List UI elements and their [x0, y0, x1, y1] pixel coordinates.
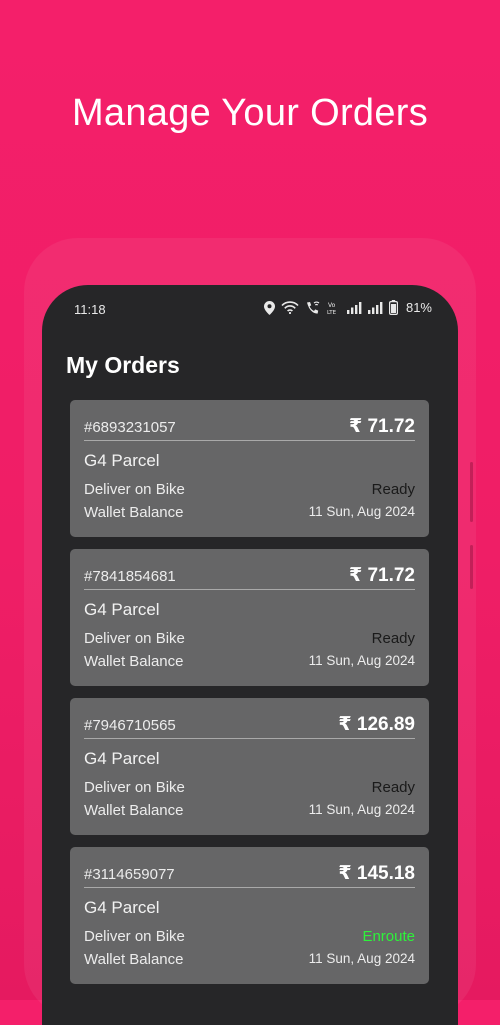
- delivery-mode: Deliver on Bike: [84, 630, 185, 647]
- order-card[interactable]: #7946710565 ₹ 126.89 G4 Parcel Deliver o…: [70, 698, 429, 835]
- order-status: Ready: [371, 630, 415, 647]
- order-amount: ₹ 145.18: [338, 863, 415, 884]
- order-date: 11 Sun, Aug 2024: [308, 653, 415, 668]
- order-amount: ₹ 126.89: [338, 714, 415, 735]
- location-icon: [263, 300, 275, 315]
- order-id: #7946710565: [84, 717, 176, 734]
- payment-method: Wallet Balance: [84, 504, 184, 521]
- order-id: #3114659077: [84, 866, 175, 883]
- order-amount: ₹ 71.72: [348, 565, 415, 586]
- headline: Manage Your Orders: [71, 92, 429, 134]
- divider: [84, 738, 415, 739]
- order-card[interactable]: #3114659077 ₹ 145.18 G4 Parcel Deliver o…: [70, 847, 429, 984]
- parcel-type: G4 Parcel: [84, 600, 160, 619]
- divider: [84, 440, 415, 441]
- order-card[interactable]: #7841854681 ₹ 71.72 G4 Parcel Deliver on…: [70, 549, 429, 686]
- battery-icon: [388, 300, 398, 315]
- order-id: #7841854681: [84, 568, 176, 585]
- delivery-mode: Deliver on Bike: [84, 481, 185, 498]
- wifi-calling-icon: [306, 301, 320, 314]
- order-status: Enroute: [362, 928, 415, 945]
- parcel-type: G4 Parcel: [84, 451, 160, 470]
- order-card[interactable]: #6893231057 ₹ 71.72 G4 Parcel Deliver on…: [70, 400, 429, 537]
- signal-icon: [346, 301, 362, 314]
- order-status: Ready: [371, 779, 415, 796]
- payment-method: Wallet Balance: [84, 802, 184, 819]
- delivery-mode: Deliver on Bike: [84, 928, 185, 945]
- order-status: Ready: [371, 481, 415, 498]
- svg-text:Vo: Vo: [328, 302, 336, 309]
- battery-percentage: 81%: [405, 300, 432, 315]
- status-bar: 11:18 Vo LTE 81%: [42, 285, 458, 333]
- volume-button: [470, 462, 473, 522]
- order-date: 11 Sun, Aug 2024: [308, 504, 415, 519]
- status-icons: Vo LTE 81%: [263, 300, 432, 315]
- order-amount: ₹ 71.72: [348, 416, 415, 437]
- order-id: #6893231057: [84, 419, 176, 436]
- volte-icon: Vo LTE: [327, 302, 337, 315]
- orders-list: #6893231057 ₹ 71.72 G4 Parcel Deliver on…: [70, 400, 429, 996]
- parcel-type: G4 Parcel: [84, 749, 160, 768]
- parcel-type: G4 Parcel: [84, 898, 160, 917]
- order-date: 11 Sun, Aug 2024: [308, 802, 415, 817]
- divider: [84, 589, 415, 590]
- status-time: 11:18: [74, 302, 106, 317]
- page-title: My Orders: [66, 352, 180, 378]
- phone-screen: 11:18 Vo LTE 81% My Orders #6893231057 ₹…: [42, 285, 458, 1025]
- payment-method: Wallet Balance: [84, 951, 184, 968]
- payment-method: Wallet Balance: [84, 653, 184, 670]
- delivery-mode: Deliver on Bike: [84, 779, 185, 796]
- divider: [84, 887, 415, 888]
- signal-icon: [367, 301, 383, 314]
- svg-text:LTE: LTE: [327, 310, 337, 315]
- power-button: [470, 545, 473, 589]
- wifi-icon: [281, 301, 299, 314]
- order-date: 11 Sun, Aug 2024: [308, 951, 415, 966]
